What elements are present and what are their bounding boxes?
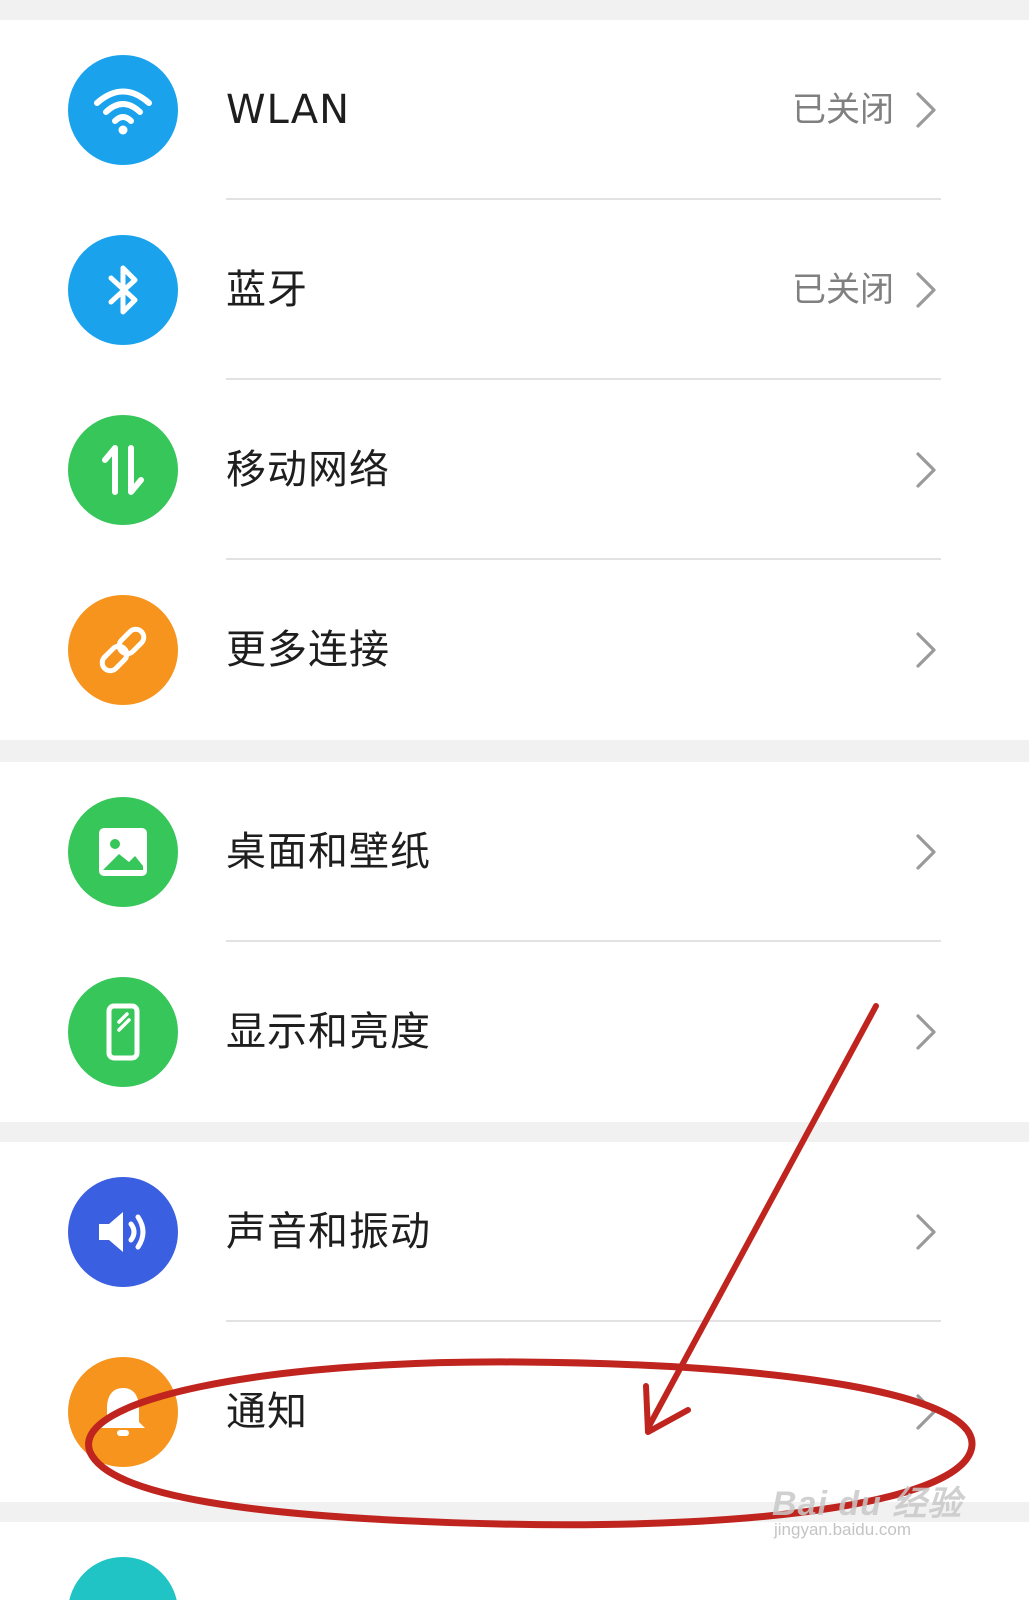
bluetooth-icon: [68, 235, 178, 345]
settings-row-label: 显示和亮度: [226, 1009, 431, 1055]
settings-row-display-brightness[interactable]: 显示和亮度: [0, 942, 1029, 1122]
status-text: 已关闭: [792, 90, 894, 130]
settings-row-label: 移动网络: [226, 447, 390, 493]
chevron-right-icon: [912, 90, 940, 130]
settings-row-label: 桌面和壁纸: [226, 829, 431, 875]
chevron-right-icon: [912, 832, 940, 872]
settings-row-label: 通知: [226, 1389, 308, 1435]
settings-screen: WLAN 已关闭 蓝牙 已关闭 移动网络 更多连接 桌面和壁纸 显示和亮度 声音…: [0, 0, 1029, 1600]
settings-row-more-connections[interactable]: 更多连接: [0, 560, 1029, 740]
link-icon: [68, 595, 178, 705]
settings-row-label: 更多连接: [226, 627, 390, 673]
chevron-right-icon: [912, 270, 940, 310]
sound-icon: [68, 1177, 178, 1287]
display-icon: [68, 977, 178, 1087]
settings-group-connectivity: WLAN 已关闭 蓝牙 已关闭 移动网络 更多连接: [0, 20, 1029, 740]
chevron-right-icon: [912, 1012, 940, 1052]
bell-icon: [68, 1357, 178, 1467]
settings-row-label: WLAN: [226, 87, 351, 133]
settings-group-display: 桌面和壁纸 显示和亮度: [0, 762, 1029, 1122]
next-row-icon-partial: [68, 1557, 178, 1600]
chevron-right-icon: [912, 1392, 940, 1432]
wifi-icon: [68, 55, 178, 165]
settings-row-sound-vibration[interactable]: 声音和振动: [0, 1142, 1029, 1322]
wallpaper-icon: [68, 797, 178, 907]
settings-row-wlan[interactable]: WLAN 已关闭: [0, 20, 1029, 200]
mobile-data-icon: [68, 415, 178, 525]
baidu-jingyan-watermark: Bai du 经验 jingyan.baidu.com: [772, 1476, 972, 1546]
chevron-right-icon: [912, 1212, 940, 1252]
watermark-brand: Bai du 经验: [772, 1485, 963, 1523]
settings-row-mobile-network[interactable]: 移动网络: [0, 380, 1029, 560]
chevron-right-icon: [912, 630, 940, 670]
settings-row-notifications[interactable]: 通知: [0, 1322, 1029, 1502]
settings-group-sound-notifications: 声音和振动 通知: [0, 1142, 1029, 1502]
settings-row-label: 声音和振动: [226, 1209, 431, 1255]
settings-row-bluetooth[interactable]: 蓝牙 已关闭: [0, 200, 1029, 380]
watermark-url: jingyan.baidu.com: [774, 1520, 912, 1539]
settings-row-wallpaper[interactable]: 桌面和壁纸: [0, 762, 1029, 942]
chevron-right-icon: [912, 450, 940, 490]
status-text: 已关闭: [792, 270, 894, 310]
settings-row-label: 蓝牙: [226, 267, 308, 313]
